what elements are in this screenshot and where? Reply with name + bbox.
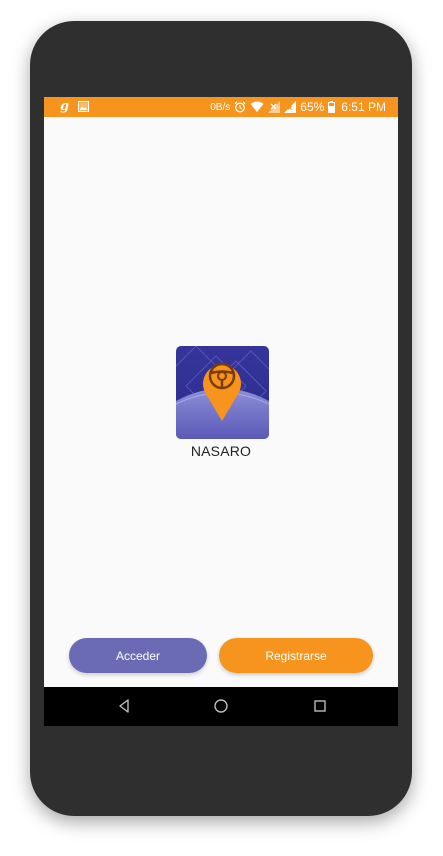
- image-icon: [78, 101, 90, 112]
- register-button[interactable]: Registrarse: [219, 638, 373, 673]
- status-bar-left: g: [60, 99, 90, 114]
- recents-icon[interactable]: [311, 697, 329, 715]
- home-icon[interactable]: [212, 697, 230, 715]
- status-bar: g 0B/s 65% 6:51 PM: [44, 97, 398, 117]
- navigation-bar: [44, 687, 398, 726]
- app-screen: g 0B/s 65% 6:51 PM NASARO Acceder Regist…: [44, 97, 398, 726]
- app-name: NASARO: [190, 443, 252, 459]
- clock: 6:51 PM: [341, 100, 386, 114]
- wifi-icon: [250, 101, 264, 112]
- app-logo: [176, 346, 269, 439]
- g-app-icon: g: [60, 99, 70, 114]
- signal-icon: [284, 101, 297, 113]
- map-pin-steering-wheel-icon: [176, 346, 269, 439]
- login-button[interactable]: Acceder: [69, 638, 207, 673]
- signal-no-sim-icon: [268, 101, 281, 113]
- back-icon[interactable]: [115, 697, 133, 715]
- battery-percent: 65%: [300, 100, 325, 114]
- alarm-icon: [234, 101, 246, 113]
- network-speed: 0B/s: [210, 101, 231, 113]
- status-bar-right: 0B/s 65% 6:51 PM: [210, 97, 386, 117]
- page: g 0B/s 65% 6:51 PM NASARO Acceder Regist…: [0, 0, 443, 856]
- battery-icon: [328, 101, 336, 113]
